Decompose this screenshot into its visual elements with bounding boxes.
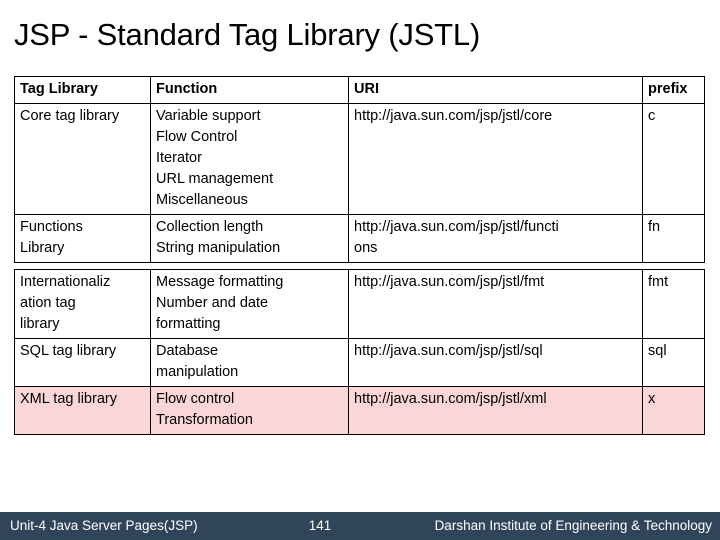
table-body-part-1: Core tag library Variable support Flow C… (14, 103, 705, 263)
footer-page-number: 141 (308, 518, 332, 533)
cell-line: Database (156, 343, 219, 359)
cell-line: Message formatting (156, 274, 284, 290)
cell-function: Collection length String manipulation (150, 214, 349, 263)
column-header-function: Function (150, 76, 349, 104)
column-header-uri: URI (348, 76, 643, 104)
cell-tag-library: Core tag library (14, 103, 151, 215)
slide-footer: Unit-4 Java Server Pages(JSP) 141 Darsha… (0, 512, 720, 540)
cell-line: Core tag library (20, 108, 120, 124)
cell-uri: http://java.sun.com/jsp/jstl/xml (348, 386, 643, 435)
cell-line: URL management (156, 171, 274, 187)
cell-line: library (20, 316, 60, 332)
cell-line: ons (354, 240, 378, 256)
cell-line: ation tag (20, 295, 76, 311)
cell-tag-library: SQL tag library (14, 338, 151, 387)
cell-uri: http://java.sun.com/jsp/jstl/fmt (348, 269, 643, 339)
cell-line: http://java.sun.com/jsp/jstl/functi (354, 219, 559, 235)
cell-line: Transformation (156, 412, 253, 428)
cell-line: http://java.sun.com/jsp/jstl/core (354, 108, 553, 124)
cell-uri: http://java.sun.com/jsp/jstl/core (348, 103, 643, 215)
table-row-highlighted: XML tag library Flow control Transformat… (14, 386, 705, 435)
jstl-table-part-1: Tag Library Function URI prefix Core tag… (14, 76, 705, 263)
cell-function: Variable support Flow Control Iterator U… (150, 103, 349, 215)
footer-unit-label: Unit-4 Java Server Pages(JSP) (10, 518, 198, 533)
cell-line: formatting (156, 316, 221, 332)
cell-prefix: fmt (642, 269, 705, 339)
cell-line: manipulation (156, 364, 239, 380)
cell-prefix: sql (642, 338, 705, 387)
cell-tag-library: Functions Library (14, 214, 151, 263)
cell-tag-library: XML tag library (14, 386, 151, 435)
table-header-row: Tag Library Function URI prefix (14, 76, 705, 104)
table-row: SQL tag library Database manipulation ht… (14, 338, 705, 387)
cell-line: http://java.sun.com/jsp/jstl/xml (354, 391, 547, 407)
cell-line: Collection length (156, 219, 264, 235)
jstl-table-container: Tag Library Function URI prefix Core tag… (14, 76, 705, 435)
cell-line: fn (648, 219, 661, 235)
table-row: Core tag library Variable support Flow C… (14, 103, 705, 215)
table-row: Functions Library Collection length Stri… (14, 214, 705, 263)
cell-line: Functions (20, 219, 83, 235)
cell-line: Variable support (156, 108, 261, 124)
cell-line: http://java.sun.com/jsp/jstl/fmt (354, 274, 545, 290)
cell-prefix: fn (642, 214, 705, 263)
cell-line: Library (20, 240, 65, 256)
cell-uri: http://java.sun.com/jsp/jstl/functi ons (348, 214, 643, 263)
cell-function: Flow control Transformation (150, 386, 349, 435)
cell-line: Iterator (156, 150, 202, 166)
cell-line: Flow Control (156, 129, 238, 145)
cell-line: Miscellaneous (156, 192, 248, 208)
cell-line: String manipulation (156, 240, 281, 256)
cell-line: fmt (648, 274, 669, 290)
footer-institute-name: Darshan Institute of Engineering & Techn… (434, 518, 712, 533)
cell-line: SQL tag library (20, 343, 117, 359)
column-header-prefix: prefix (642, 76, 705, 104)
page-title: JSP - Standard Tag Library (JSTL) (14, 17, 481, 52)
column-header-tag-library: Tag Library (14, 76, 151, 104)
cell-line: x (648, 391, 656, 407)
cell-line: sql (648, 343, 667, 359)
cell-line: Flow control (156, 391, 235, 407)
cell-uri: http://java.sun.com/jsp/jstl/sql (348, 338, 643, 387)
cell-line: c (648, 108, 656, 124)
cell-line: XML tag library (20, 391, 117, 407)
cell-line: http://java.sun.com/jsp/jstl/sql (354, 343, 543, 359)
cell-line: Internationaliz (20, 274, 111, 290)
cell-function: Database manipulation (150, 338, 349, 387)
cell-prefix: c (642, 103, 705, 215)
cell-prefix: x (642, 386, 705, 435)
jstl-table-part-2: Internationaliz ation tag library Messag… (14, 269, 705, 435)
cell-tag-library: Internationaliz ation tag library (14, 269, 151, 339)
table-body-part-2: Internationaliz ation tag library Messag… (14, 269, 705, 435)
cell-function: Message formatting Number and date forma… (150, 269, 349, 339)
table-row: Internationaliz ation tag library Messag… (14, 269, 705, 339)
cell-line: Number and date (156, 295, 269, 311)
